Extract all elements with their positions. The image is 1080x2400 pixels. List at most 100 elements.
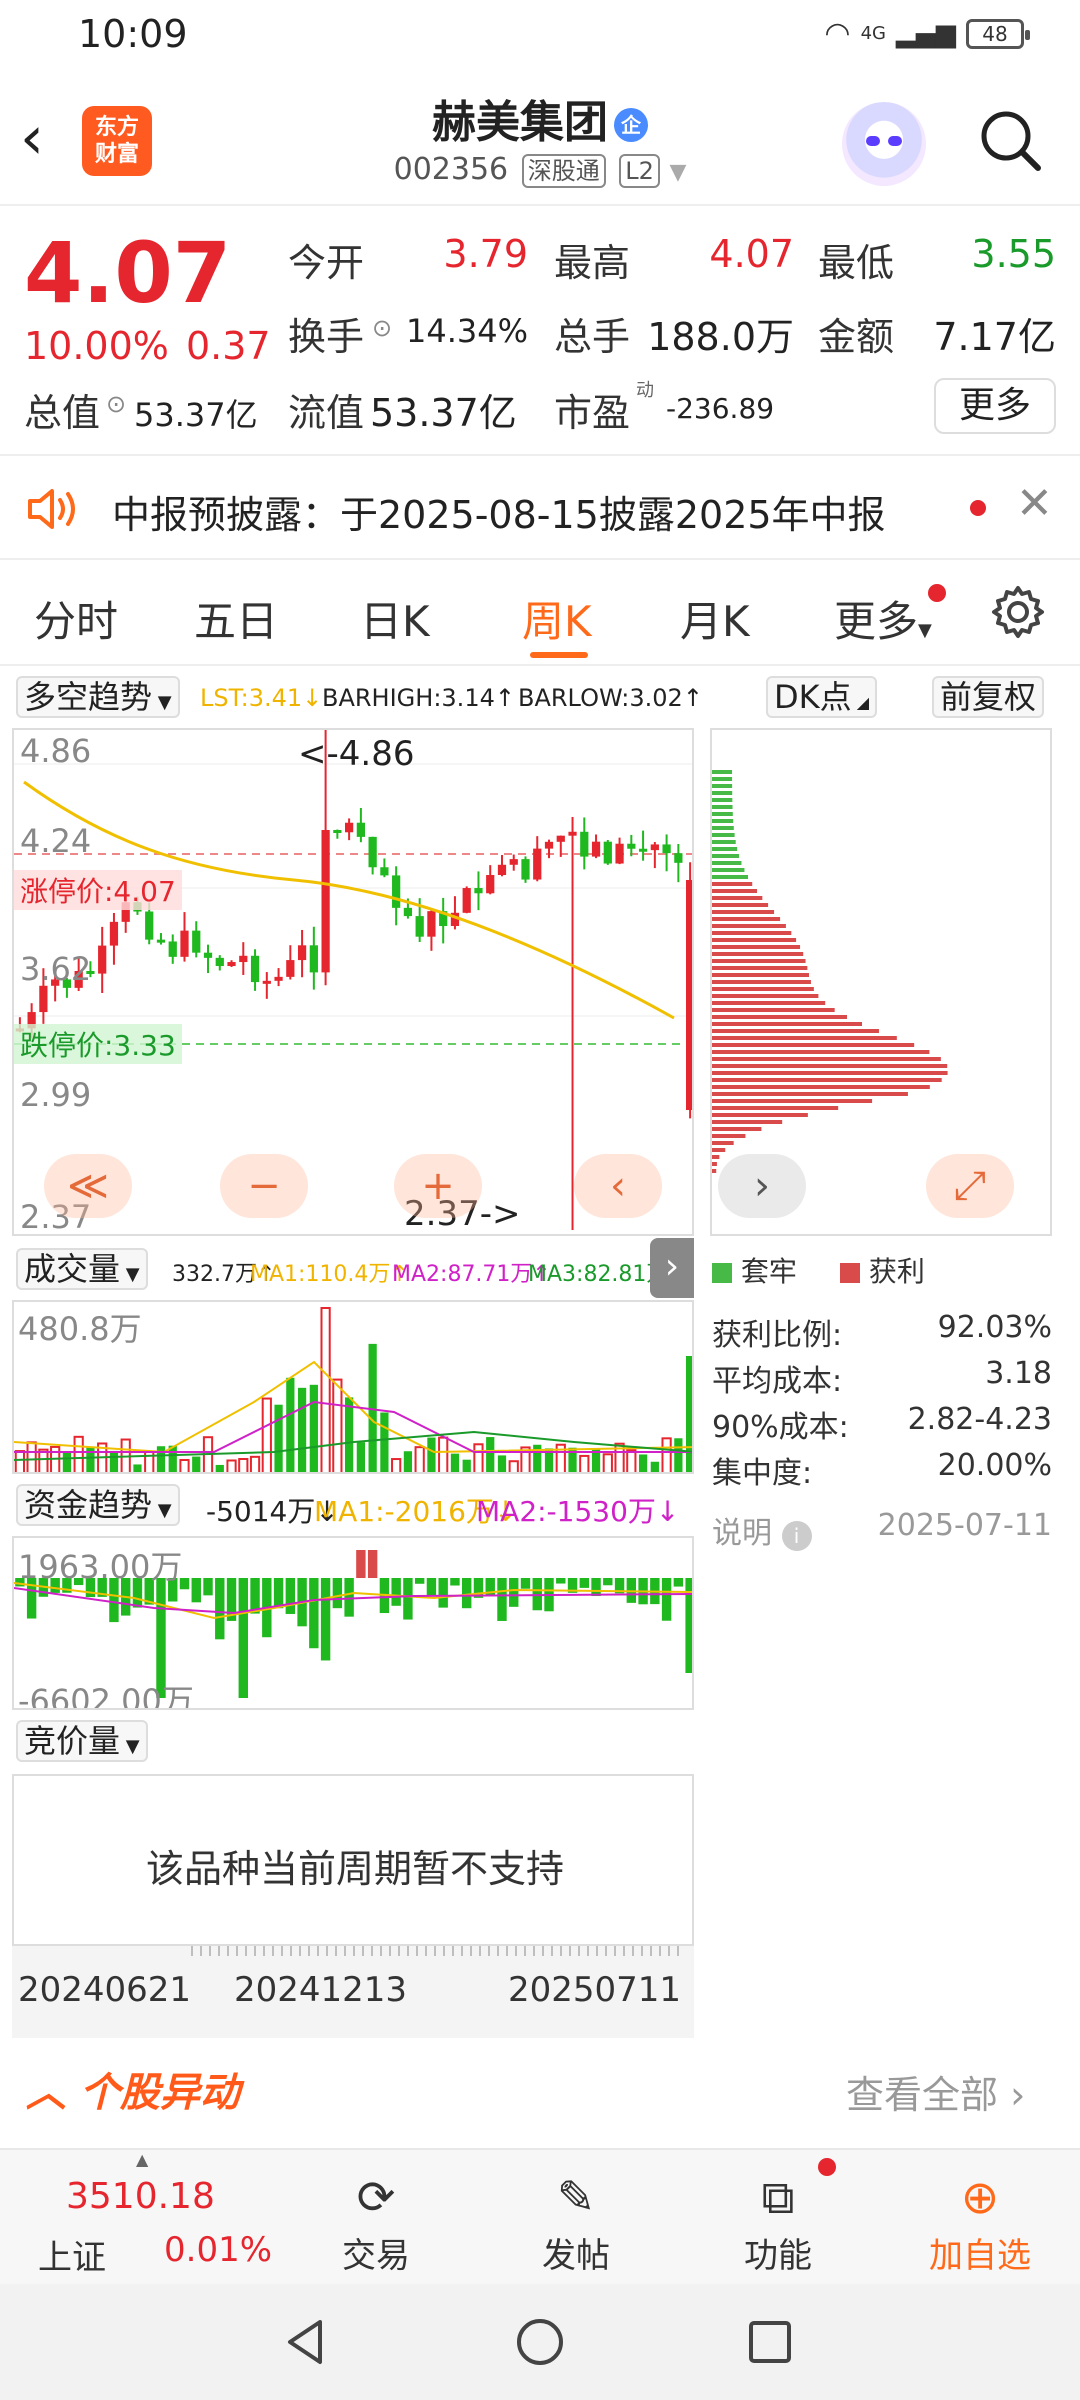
date-end: 20250711 (508, 1970, 682, 2010)
kline-indicator-select[interactable]: 多空趋势 ▼ (16, 676, 180, 718)
bottom-nav: ▲ 3510.18 上证 0.01% ⟳ 交易 ✎ 发帖 ⧉ 功能 ⊕ 加自选 (0, 2148, 1080, 2284)
candle-body (627, 843, 636, 849)
dk-point-select[interactable]: DK点 ◢ (766, 676, 878, 718)
chip-prev-button[interactable]: › (718, 1154, 806, 1218)
nav-post[interactable]: ✎ 发帖 (506, 2166, 646, 2277)
legend-swatch-red (840, 1263, 860, 1283)
nav-trade[interactable]: ⟳ 交易 (306, 2166, 446, 2277)
chip-distribution-chart[interactable]: › ⤢ (710, 728, 1052, 1236)
trade-icon: ⟳ (356, 2170, 396, 2224)
candle-body (556, 835, 565, 842)
fund-bar (273, 1578, 284, 1609)
date-axis[interactable]: 20240621 20241213 20250711 (12, 1946, 694, 2038)
chip-bar (712, 1036, 897, 1040)
tab-week-k[interactable]: 周K (522, 588, 592, 649)
dk-label: DK点 (774, 678, 852, 716)
assistant-avatar-icon[interactable] (842, 102, 926, 186)
tab-minute[interactable]: 分时 (34, 588, 118, 649)
search-icon[interactable] (976, 106, 1044, 174)
chip-bar (712, 931, 792, 935)
caret-down-icon: ▼ (152, 692, 172, 713)
fund-chart[interactable]: 1963.00万 -6602.00万 (12, 1536, 694, 1710)
volume-bar (414, 1446, 425, 1472)
chip-bar (712, 847, 738, 851)
home-circle-icon[interactable] (514, 2316, 566, 2368)
scroll-left-fast-button[interactable]: ≪ (44, 1154, 132, 1218)
volume-bar (249, 1455, 261, 1472)
chip-bar (712, 798, 733, 802)
close-icon[interactable]: ✕ (1016, 478, 1053, 529)
volume-bar (508, 1460, 519, 1472)
nav-add-watchlist[interactable]: ⊕ 加自选 (910, 2166, 1050, 2277)
legend-trapped: 套牢 (712, 1250, 797, 1290)
zoom-out-button[interactable]: − (220, 1154, 308, 1218)
nav-functions[interactable]: ⧉ 功能 (708, 2166, 848, 2277)
view-all-label: 查看全部 (846, 2073, 999, 2117)
info-icon[interactable]: ⊙ (106, 390, 126, 418)
volume-bar (686, 1356, 692, 1472)
chip-bar (712, 1113, 808, 1117)
more-quote-button[interactable]: 更多 (934, 378, 1056, 434)
enterprise-badge: 企 (614, 108, 648, 142)
dropdown-icon[interactable]: ▼ (669, 160, 686, 185)
tab-five-day[interactable]: 五日 (194, 588, 278, 649)
stat-label: 获利比例: (712, 1318, 843, 1353)
chip-bar (712, 1050, 930, 1054)
fund-bar (285, 1578, 296, 1614)
stat-profit-ratio: 获利比例: 92.03% (712, 1310, 1052, 1354)
volume-bar (438, 1436, 449, 1472)
amount-value: 7.17亿 (933, 315, 1056, 359)
volume-bar (356, 1442, 365, 1472)
tab-day-k[interactable]: 日K (360, 588, 430, 649)
chip-bar (712, 805, 733, 809)
lst-value: LST:3.41↓ (200, 684, 323, 712)
tab-month-k[interactable]: 月K (680, 588, 750, 649)
expand-side-button[interactable]: › (650, 1238, 694, 1298)
candle-body (533, 848, 542, 880)
volume-bar (156, 1446, 166, 1472)
kline-chart[interactable]: 4.86 4.24 3.62 2.99 2.37 涨停价:4.07 跌停价:3.… (12, 728, 694, 1236)
chip-bar (712, 1134, 746, 1138)
expand-icon[interactable]: ⤢ (926, 1154, 1014, 1218)
fund-bar (238, 1578, 248, 1698)
chip-bar (712, 784, 733, 788)
adjust-select[interactable]: 前复权 (932, 676, 1045, 718)
index-change[interactable]: 0.01% (164, 2230, 272, 2270)
chip-bar (712, 770, 733, 774)
zoom-in-button[interactable]: + (394, 1154, 482, 1218)
fund-indicator-select[interactable]: 资金趋势 ▼ (16, 1484, 180, 1526)
back-triangle-icon[interactable] (280, 2316, 332, 2368)
volume-bar (62, 1452, 72, 1472)
candle-body (227, 962, 236, 967)
index-name[interactable]: 上证 (38, 2230, 106, 2279)
info-icon: i (781, 1521, 812, 1551)
pe-value: -236.89 (666, 392, 775, 425)
scroll-left-button[interactable]: ‹ (574, 1154, 662, 1218)
movement-section[interactable]: ︿ 个股异动 (26, 2060, 240, 2118)
volume-bar (38, 1448, 49, 1472)
chip-bar (712, 833, 735, 837)
battery-level: 48 (982, 21, 1008, 46)
tag-level2: L2 (619, 154, 660, 188)
info-icon[interactable]: ⊙ (372, 314, 392, 342)
index-value[interactable]: 3510.18 (66, 2176, 215, 2217)
settings-gear-icon[interactable] (990, 584, 1046, 640)
volume-indicator-select[interactable]: 成交量 ▼ (16, 1248, 148, 1290)
volume-bar (320, 1307, 331, 1472)
candle-body (274, 976, 283, 981)
auction-indicator-select[interactable]: 竞价量 ▼ (16, 1720, 148, 1762)
chip-bar (712, 854, 740, 858)
open-value: 3.79 (443, 232, 528, 276)
chip-bar (712, 1120, 783, 1124)
volume-chart[interactable]: 480.8万 (12, 1300, 694, 1474)
turnover-label: 换手 (288, 315, 365, 359)
stats-note-row[interactable]: 说明 i 2025-07-11 (712, 1508, 1052, 1552)
volume-bar (309, 1384, 318, 1472)
legend-trapped-label: 套牢 (740, 1255, 797, 1288)
tab-more[interactable]: 更多▼ (834, 588, 932, 649)
notice-bar[interactable]: 中报预披露：于2025-08-15披露2025年中报 ✕ (0, 456, 1080, 560)
recents-square-icon[interactable] (744, 2316, 796, 2368)
chip-bar (712, 910, 775, 914)
stat-value: 20.00% (937, 1448, 1052, 1483)
view-all-link[interactable]: 查看全部 › (846, 2064, 1025, 2119)
